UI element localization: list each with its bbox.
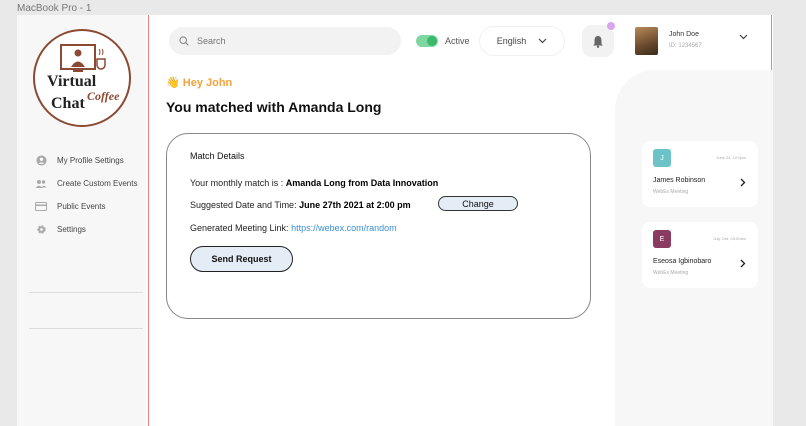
users-icon (35, 178, 47, 190)
search-bar[interactable] (169, 27, 401, 55)
card-icon (35, 201, 47, 213)
meeting-name: James Robinson (653, 177, 706, 184)
layout-guide-left (148, 15, 149, 426)
status-toggle[interactable] (416, 35, 438, 47)
language-value: English (496, 36, 527, 46)
chevron-down-icon (538, 38, 547, 44)
match-details-heading: Match Details (190, 151, 245, 161)
change-button[interactable]: Change (438, 196, 518, 211)
wave-icon: 👋 (166, 77, 180, 89)
meeting-type: WebEx Meeting (653, 189, 689, 195)
meeting-initial-badge: E (653, 230, 671, 248)
user-id: ID: 1234567 (669, 43, 702, 49)
artboard: Virtual Coffee Chat My Profile Settings … (17, 15, 773, 426)
sidebar-item-settings[interactable]: Settings (35, 218, 137, 241)
frame-label: MacBook Pro - 1 (17, 3, 92, 14)
search-icon (179, 36, 189, 46)
status-label: Active (445, 36, 470, 46)
meeting-date: June 24, 12:0pm (716, 155, 746, 160)
sidebar-nav: My Profile Settings Create Custom Events… (35, 149, 137, 241)
suggested-date-label: Suggested Date and Time: (190, 200, 300, 210)
logo-text-chat: Chat (51, 95, 85, 112)
notification-badge (607, 22, 615, 30)
sidebar-divider (29, 292, 143, 293)
upcoming-meetings-panel: J June 24, 12:0pm James Robinson WebEx M… (615, 70, 773, 426)
sidebar-divider (29, 328, 143, 329)
user-circle-icon (35, 155, 47, 167)
send-request-button[interactable]: Send Request (190, 246, 293, 272)
sidebar-item-label: Public Events (57, 202, 106, 211)
greeting: 👋 Hey John (166, 76, 232, 89)
sidebar-item-label: My Profile Settings (57, 156, 124, 165)
toggle-knob (427, 36, 437, 46)
logo-text-coffee: Coffee (87, 89, 120, 103)
language-select[interactable]: English (479, 26, 565, 56)
sidebar-item-label: Settings (57, 225, 86, 234)
chevron-right-icon[interactable] (740, 178, 746, 187)
logo[interactable]: Virtual Coffee Chat (33, 29, 131, 127)
meeting-type: WebEx Meeting (653, 270, 689, 276)
bell-icon (593, 35, 603, 48)
suggested-date-row: Suggested Date and Time: June 27th 2021 … (190, 200, 411, 210)
user-name: John Doe (669, 31, 699, 38)
match-details-card: Match Details Your monthly match is : Am… (166, 133, 591, 319)
meeting-name: Eseosa Igbinobaro (653, 258, 712, 265)
suggested-date-value: June 27th 2021 at 2:00 pm (299, 200, 411, 210)
monthly-match-label: Your monthly match is : (190, 178, 286, 188)
sidebar-item-public-events[interactable]: Public Events (35, 195, 137, 218)
meeting-date: July 2nd, 04:00am (713, 236, 746, 241)
meeting-card[interactable]: J June 24, 12:0pm James Robinson WebEx M… (642, 141, 758, 207)
sidebar: Virtual Coffee Chat My Profile Settings … (17, 15, 146, 426)
sidebar-item-profile-settings[interactable]: My Profile Settings (35, 149, 137, 172)
sidebar-item-label: Create Custom Events (57, 179, 138, 188)
meeting-link-row: Generated Meeting Link: https://webex.co… (190, 223, 397, 233)
search-input[interactable] (197, 36, 367, 46)
meeting-link-label: Generated Meeting Link: (190, 223, 292, 233)
user-menu[interactable]: John Doe ID: 1234567 (629, 25, 759, 57)
sidebar-item-custom-events[interactable]: Create Custom Events (35, 172, 137, 195)
monthly-match-row: Your monthly match is : Amanda Long from… (190, 178, 438, 188)
meeting-link[interactable]: https://webex.com/random (291, 223, 397, 233)
meeting-card[interactable]: E July 2nd, 04:00am Eseosa Igbinobaro We… (642, 222, 758, 288)
monthly-match-value: Amanda Long from Data Innovation (285, 178, 439, 188)
chevron-right-icon[interactable] (740, 259, 746, 268)
greeting-text: Hey John (182, 77, 233, 89)
gear-icon (35, 224, 47, 236)
page-title: You matched with Amanda Long (166, 99, 382, 115)
chevron-down-icon[interactable] (739, 34, 748, 40)
meeting-initial-badge: J (653, 149, 671, 167)
avatar (635, 27, 658, 55)
